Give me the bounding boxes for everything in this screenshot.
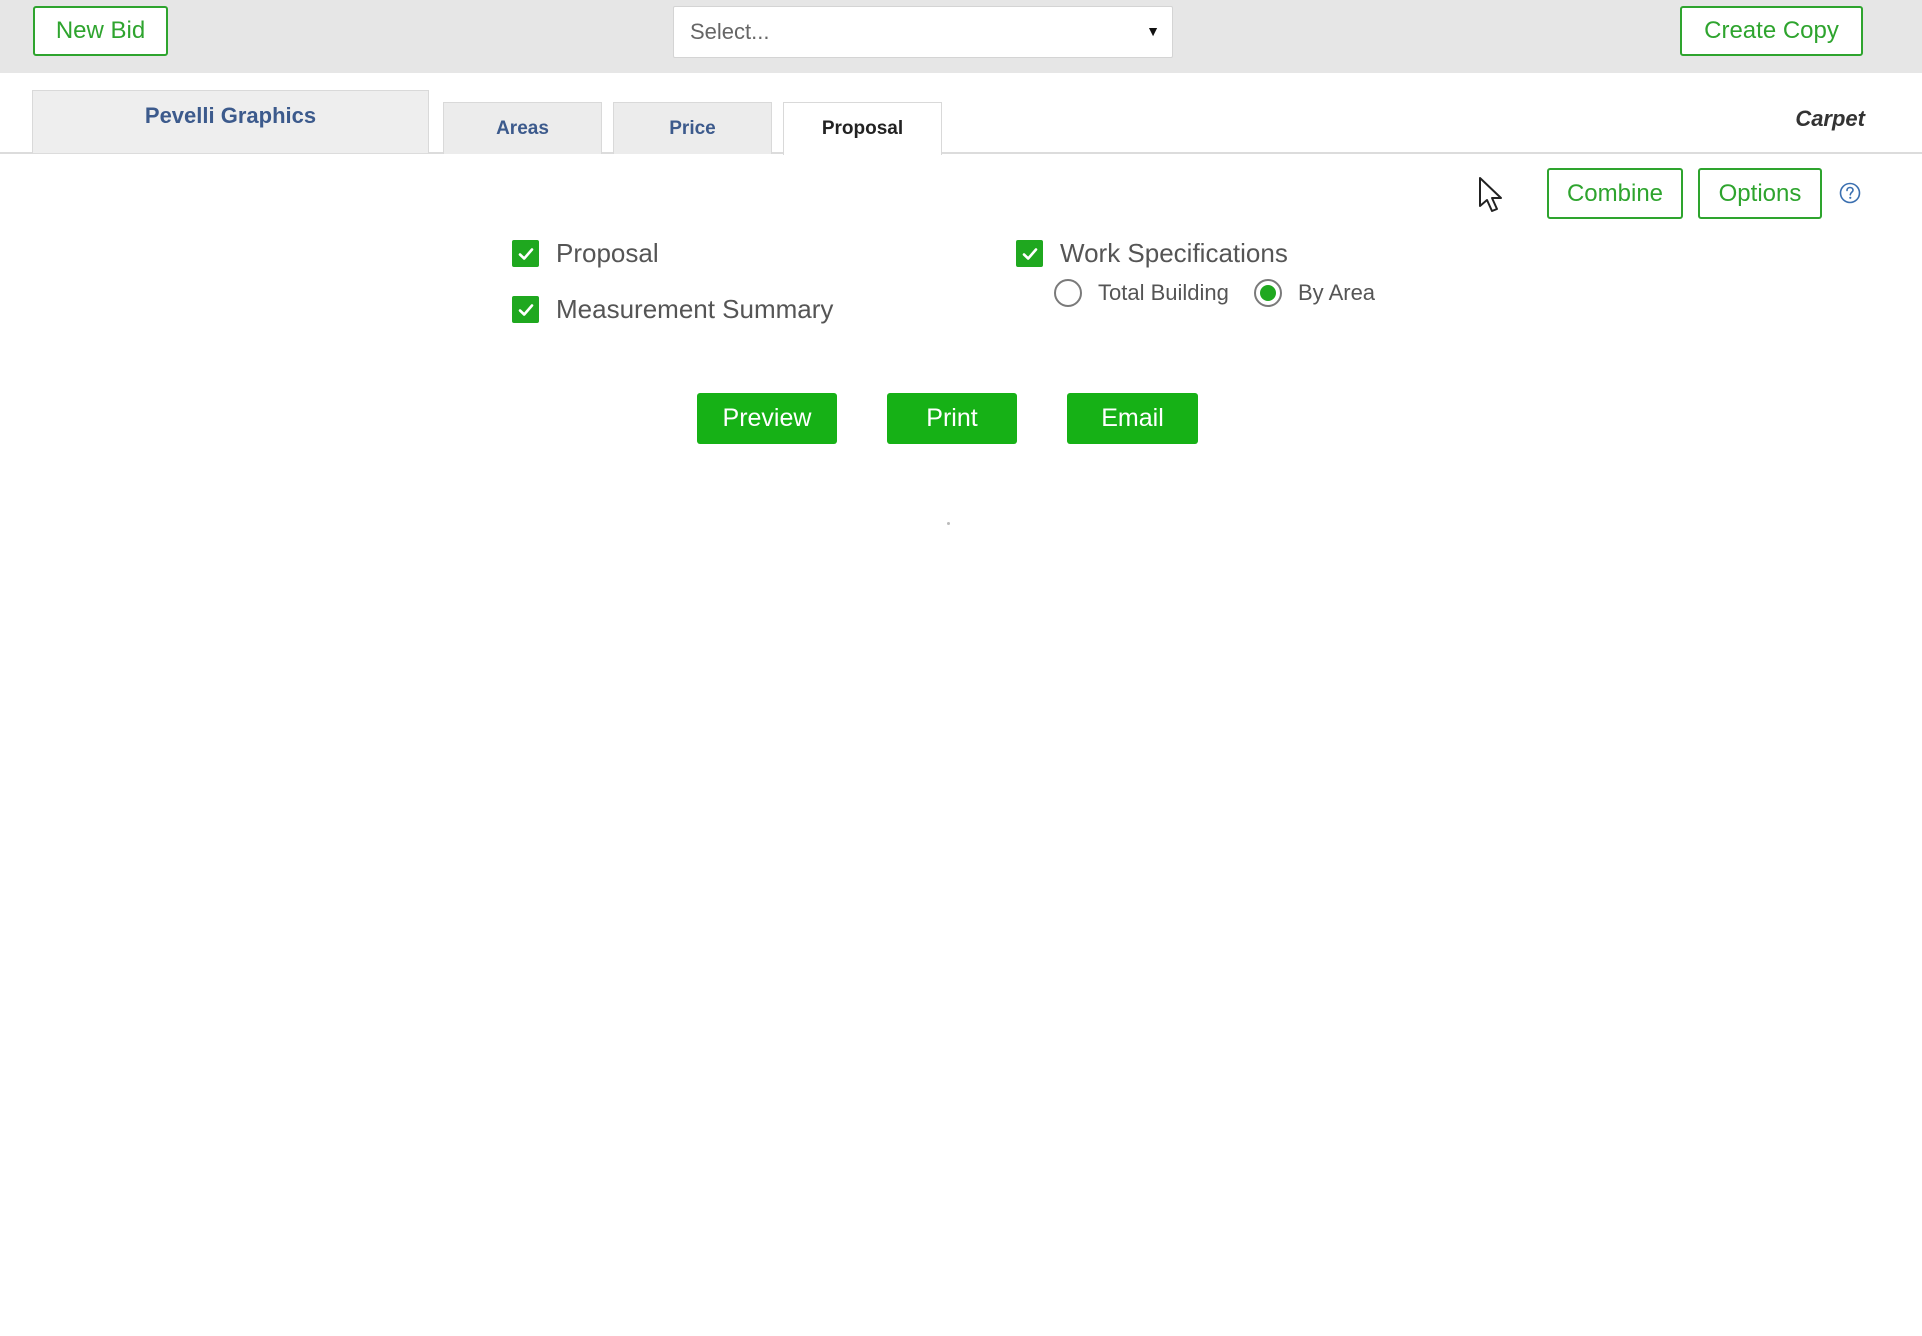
- create-copy-button[interactable]: Create Copy: [1680, 6, 1863, 56]
- proposal-checkbox-label: Proposal: [556, 238, 659, 268]
- options-button[interactable]: Options: [1698, 168, 1822, 219]
- new-bid-button[interactable]: New Bid: [33, 6, 168, 56]
- by-area-radio[interactable]: [1254, 279, 1282, 307]
- proposal-checkbox-row[interactable]: Proposal: [512, 238, 659, 269]
- work-specifications-checkbox-row[interactable]: Work Specifications: [1016, 238, 1288, 269]
- print-button[interactable]: Print: [887, 393, 1017, 444]
- measurement-summary-label: Measurement Summary: [556, 294, 834, 324]
- tab-price[interactable]: Price: [613, 102, 772, 154]
- proposal-checkbox[interactable]: [512, 240, 539, 267]
- total-building-label: Total Building: [1098, 280, 1229, 305]
- total-building-radio[interactable]: [1054, 279, 1082, 307]
- preview-button[interactable]: Preview: [697, 393, 837, 444]
- checkmark-icon: [1022, 247, 1037, 260]
- mouse-pointer-icon: [1479, 177, 1502, 212]
- bid-select-dropdown[interactable]: Select... ▼: [673, 6, 1173, 58]
- measurement-summary-checkbox-row[interactable]: Measurement Summary: [512, 294, 833, 325]
- question-circle-icon[interactable]: [1839, 182, 1861, 204]
- combine-button[interactable]: Combine: [1547, 168, 1683, 219]
- caret-down-icon: ▼: [1146, 23, 1160, 39]
- bid-select-placeholder: Select...: [690, 19, 770, 44]
- work-specifications-checkbox[interactable]: [1016, 240, 1043, 267]
- work-specifications-label: Work Specifications: [1060, 238, 1288, 268]
- checkmark-icon: [518, 303, 533, 316]
- radio-selected-dot: [1260, 285, 1276, 301]
- by-area-radio-row[interactable]: By Area: [1254, 279, 1375, 307]
- checkmark-icon: [518, 247, 533, 260]
- loading-indicator: [947, 522, 950, 525]
- tab-proposal[interactable]: Proposal: [783, 102, 942, 155]
- top-toolbar: New Bid Select... ▼ Create Copy: [0, 0, 1922, 73]
- customer-name-tab[interactable]: Pevelli Graphics: [32, 90, 429, 153]
- measurement-summary-checkbox[interactable]: [512, 296, 539, 323]
- total-building-radio-row[interactable]: Total Building: [1054, 279, 1229, 307]
- product-type-label: Carpet: [1795, 106, 1865, 131]
- by-area-label: By Area: [1298, 280, 1376, 305]
- email-button[interactable]: Email: [1067, 393, 1198, 444]
- tab-areas[interactable]: Areas: [443, 102, 602, 154]
